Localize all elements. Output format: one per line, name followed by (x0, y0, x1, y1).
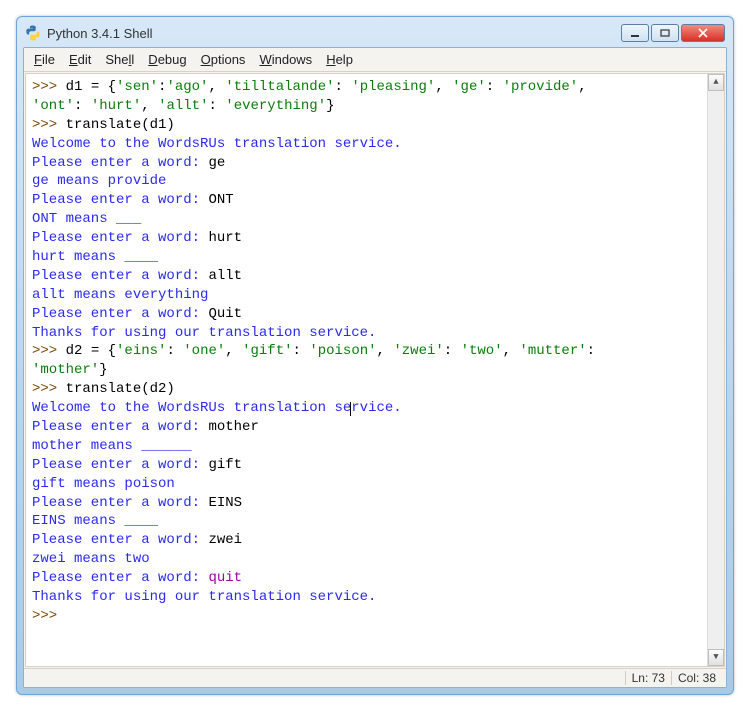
str: 'sen' (116, 79, 158, 95)
str: 'allt' (158, 98, 208, 114)
output-line: mother means ______ (32, 438, 192, 454)
repl-prompt: >>> (32, 79, 66, 95)
scroll-down-arrow-icon[interactable]: ▼ (708, 649, 724, 666)
user-input: mother (208, 419, 258, 435)
vertical-scrollbar[interactable]: ▲ ▼ (707, 74, 724, 666)
str: 'everything' (225, 98, 326, 114)
window-title: Python 3.4.1 Shell (47, 26, 621, 41)
prompt-label: Please enter a word: (32, 457, 208, 473)
repl-prompt: >>> (32, 608, 66, 624)
output-line: gift means poison (32, 476, 175, 492)
prompt-label: Please enter a word: (32, 192, 208, 208)
output-line: Thanks for using our translation service… (32, 325, 376, 341)
close-button[interactable] (681, 24, 725, 42)
str: 'eins' (116, 343, 166, 359)
output-line: hurt means ____ (32, 249, 158, 265)
output-line: ONT means ___ (32, 211, 141, 227)
console-output: >>> d1 = {'sen':'ago', 'tilltalande': 'p… (32, 78, 718, 626)
menu-debug[interactable]: Debug (148, 52, 186, 67)
prompt-label: Please enter a word: (32, 230, 208, 246)
code-text: d1 = (66, 79, 108, 95)
str: 'ago' (166, 79, 208, 95)
output-line: allt means everything (32, 287, 208, 303)
str: 'mutter' (519, 343, 586, 359)
code-text: translate(d2) (66, 381, 175, 397)
str: 'pleasing' (351, 79, 435, 95)
menu-options[interactable]: Options (201, 52, 246, 67)
code-text: d2 = (66, 343, 108, 359)
str: 'mother' (32, 362, 99, 378)
console-area[interactable]: >>> d1 = {'sen':'ago', 'tilltalande': 'p… (25, 73, 725, 667)
scrollbar-track[interactable] (708, 91, 724, 649)
brace: { (108, 79, 116, 95)
menu-file[interactable]: File (34, 52, 55, 67)
user-input: allt (208, 268, 242, 284)
str: 'one' (183, 343, 225, 359)
brace: { (108, 343, 116, 359)
client-area: File Edit Shell Debug Options Windows He… (23, 47, 727, 688)
output-line: Welcome to the WordsRUs translation se (32, 400, 351, 416)
str: 'zwei' (393, 343, 443, 359)
menu-windows[interactable]: Windows (259, 52, 312, 67)
repl-prompt: >>> (32, 343, 66, 359)
menu-edit[interactable]: Edit (69, 52, 91, 67)
str: 'two' (461, 343, 503, 359)
prompt-label: Please enter a word: (32, 155, 208, 171)
prompt-label: Please enter a word: (32, 268, 208, 284)
output-line: Thanks for using our translation service… (32, 589, 376, 605)
str: 'tilltalande' (225, 79, 334, 95)
status-col: Col: 38 (671, 671, 722, 685)
output-line: rvice. (351, 400, 401, 416)
output-line: zwei means two (32, 551, 150, 567)
prompt-label: Please enter a word: (32, 306, 208, 322)
user-input: ONT (208, 192, 233, 208)
user-input: EINS (208, 495, 242, 511)
user-input: quit (208, 570, 242, 586)
scroll-up-arrow-icon[interactable]: ▲ (708, 74, 724, 91)
str: 'hurt' (91, 98, 141, 114)
prompt-label: Please enter a word: (32, 570, 208, 586)
output-line: Welcome to the WordsRUs translation serv… (32, 136, 402, 152)
user-input: zwei (208, 532, 242, 548)
str: 'poison' (309, 343, 376, 359)
minimize-button[interactable] (621, 24, 649, 42)
user-input: hurt (208, 230, 242, 246)
str: 'gift' (242, 343, 292, 359)
str: 'ont' (32, 98, 74, 114)
str: 'ge' (452, 79, 486, 95)
menu-help[interactable]: Help (326, 52, 353, 67)
python-shell-window: Python 3.4.1 Shell File Edit Shell Debug… (16, 16, 734, 695)
prompt-label: Please enter a word: (32, 495, 208, 511)
user-input: ge (208, 155, 225, 171)
brace: } (326, 98, 334, 114)
repl-prompt: >>> (32, 381, 66, 397)
str: 'provide' (503, 79, 579, 95)
titlebar: Python 3.4.1 Shell (23, 23, 727, 47)
menu-shell[interactable]: Shell (105, 52, 134, 67)
status-bar: Ln: 73 Col: 38 (24, 668, 726, 687)
python-icon (25, 25, 41, 41)
code-text: translate(d1) (66, 117, 175, 133)
prompt-label: Please enter a word: (32, 419, 208, 435)
output-line: ge means provide (32, 173, 166, 189)
repl-prompt: >>> (32, 117, 66, 133)
user-input: gift (208, 457, 242, 473)
window-buttons (621, 24, 725, 42)
prompt-label: Please enter a word: (32, 532, 208, 548)
output-line: EINS means ____ (32, 513, 158, 529)
user-input: Quit (208, 306, 242, 322)
brace: } (99, 362, 107, 378)
maximize-button[interactable] (651, 24, 679, 42)
status-line: Ln: 73 (625, 671, 671, 685)
menu-bar: File Edit Shell Debug Options Windows He… (24, 48, 726, 72)
